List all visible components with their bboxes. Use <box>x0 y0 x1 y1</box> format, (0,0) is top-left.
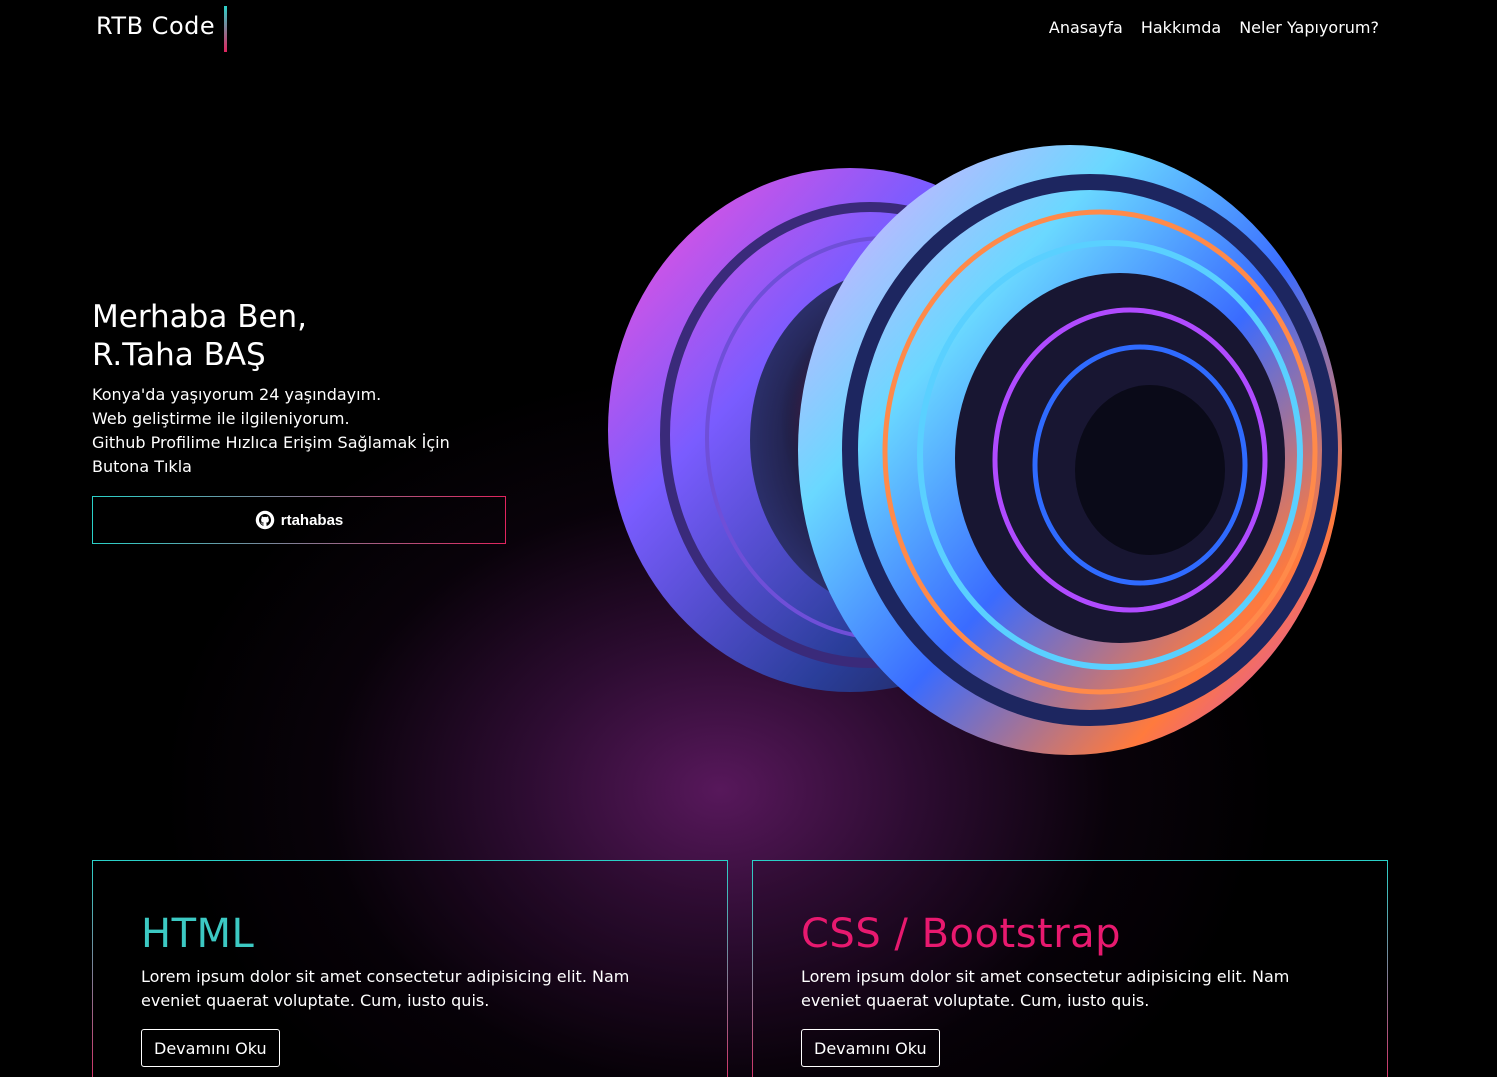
github-profile-button[interactable]: rtahabas <box>92 496 506 544</box>
card-title: CSS / Bootstrap <box>801 911 1122 957</box>
hero-line-1: Konya'da yaşıyorum 24 yaşındayım. <box>92 385 382 404</box>
hero-line-2: Web geliştirme ile ilgileniyorum. <box>92 409 350 428</box>
card-text: Lorem ipsum dolor sit amet consectetur a… <box>801 967 1290 1010</box>
github-button-label: rtahabas <box>280 511 344 529</box>
card-css-bootstrap: CSS / Bootstrap Lorem ipsum dolor sit am… <box>752 860 1388 1077</box>
card-html: HTML Lorem ipsum dolor sit amet consecte… <box>92 860 728 1077</box>
hero-abstract-torus-image <box>608 145 1342 755</box>
hero-line-4: Butona Tıkla <box>92 457 192 476</box>
hero-line-3: Github Profilime Hızlıca Erişim Sağlamak… <box>92 433 450 452</box>
brand-logo[interactable]: RTB Code <box>96 12 215 40</box>
hero-description: Konya'da yaşıyorum 24 yaşındayım. Web ge… <box>92 383 492 479</box>
nav-link-hakkimda[interactable]: Hakkımda <box>1141 18 1221 37</box>
read-more-button[interactable]: Devamını Oku <box>141 1029 280 1067</box>
hero-title: Merhaba Ben, R.Taha BAŞ <box>92 298 307 374</box>
main-nav: Anasayfa Hakkımda Neler Yapıyorum? <box>1049 18 1379 37</box>
card-text: Lorem ipsum dolor sit amet consectetur a… <box>141 967 630 1010</box>
hero-title-line1: Merhaba Ben, <box>92 299 308 335</box>
page: RTB Code Anasayfa Hakkımda Neler Yapıyor… <box>0 0 1497 1077</box>
brand-accent-bar <box>224 6 227 52</box>
read-more-button[interactable]: Devamını Oku <box>801 1029 940 1067</box>
nav-link-neler-yapiyorum[interactable]: Neler Yapıyorum? <box>1239 18 1379 37</box>
card-title: HTML <box>141 911 255 957</box>
nav-link-anasayfa[interactable]: Anasayfa <box>1049 18 1123 37</box>
github-icon <box>255 510 274 530</box>
hero-title-line2: R.Taha BAŞ <box>92 337 266 373</box>
